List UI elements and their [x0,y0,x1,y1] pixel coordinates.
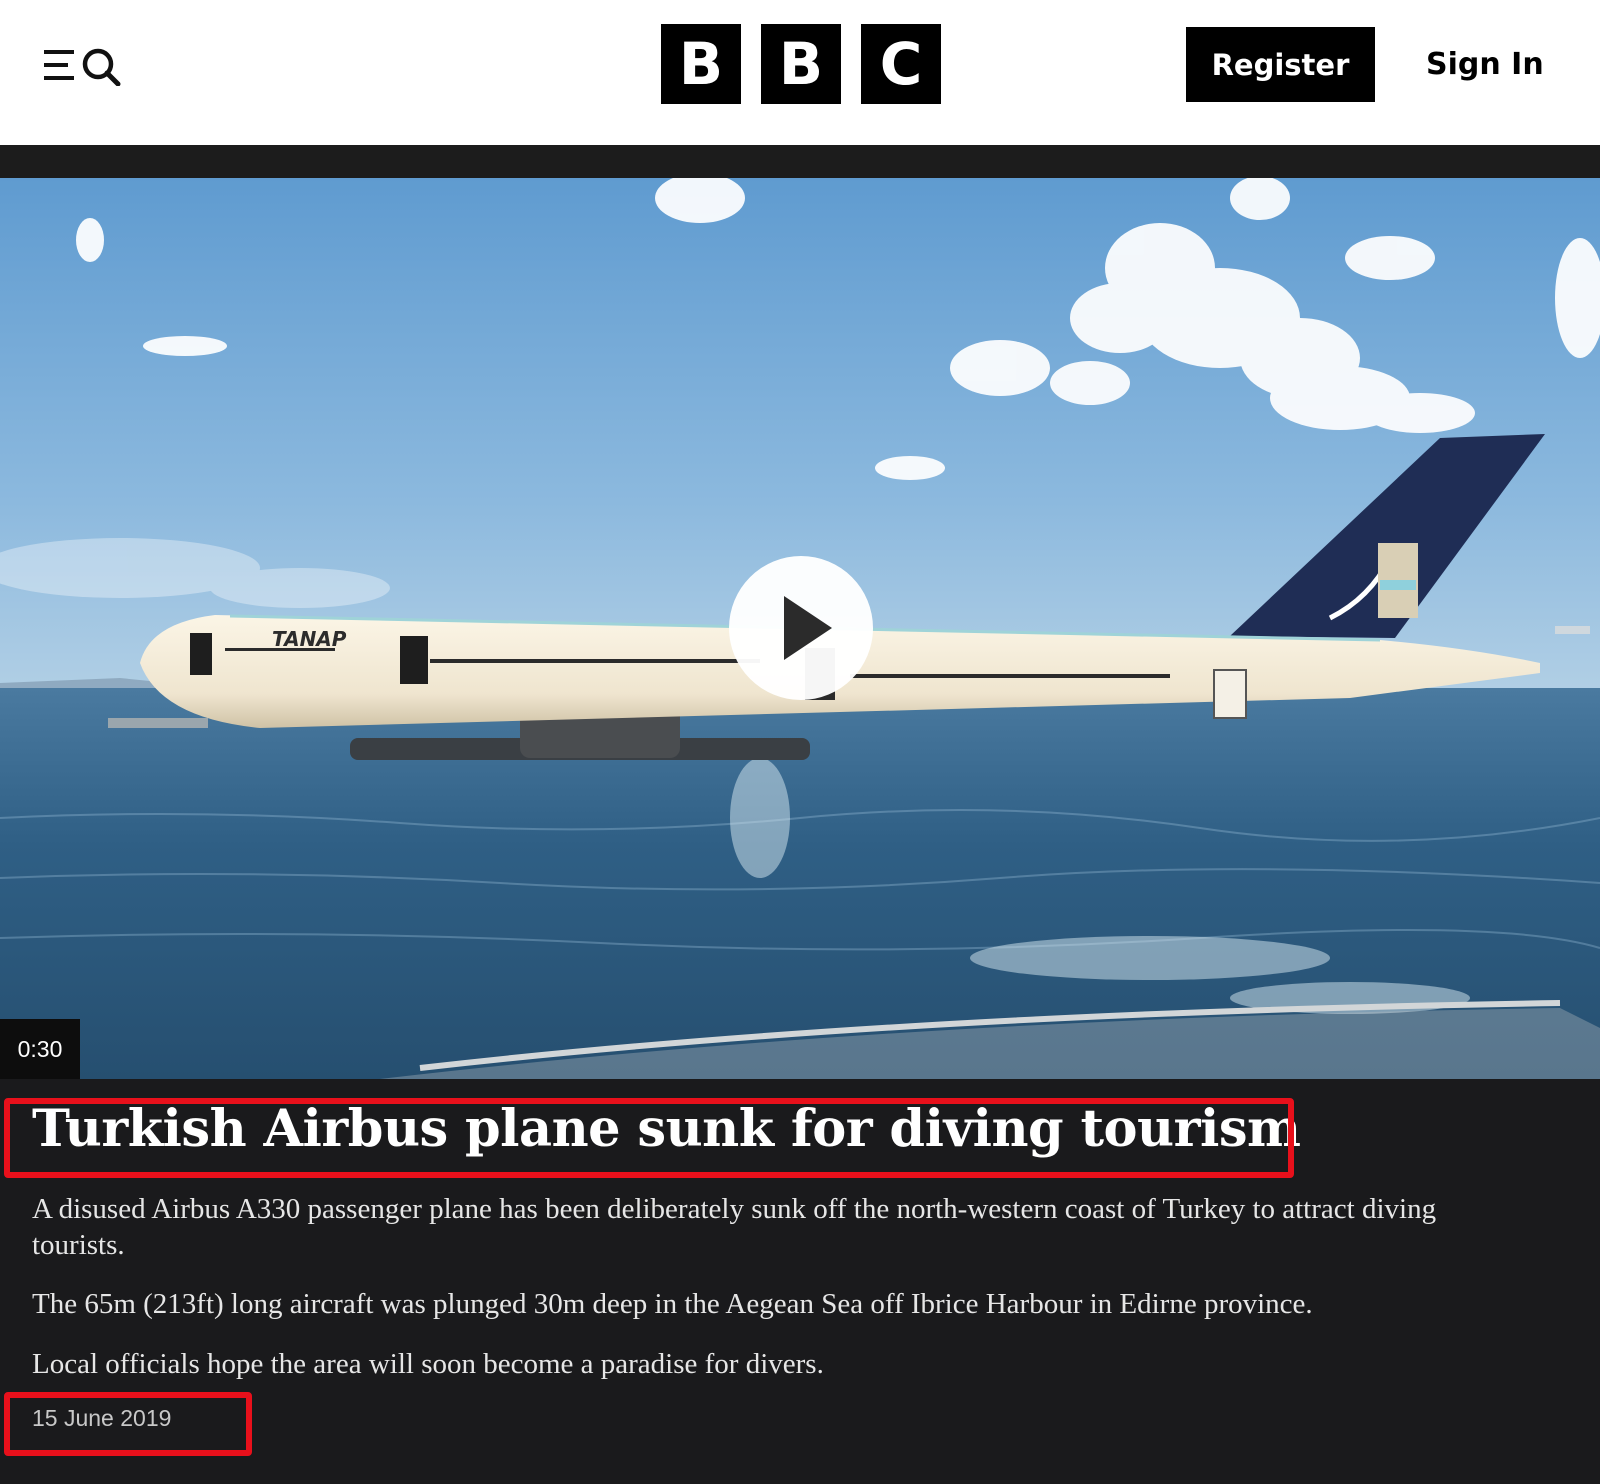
logo-letter: C [861,24,941,104]
menu-search-icon[interactable] [42,44,122,87]
video-player[interactable]: TANAP [0,178,1600,1079]
play-button[interactable] [729,556,873,700]
bbc-logo[interactable]: B B C [661,24,941,104]
site-header: B B C Register Sign In [0,0,1600,145]
logo-letter: B [761,24,841,104]
plane-lettering: TANAP [272,627,347,651]
sign-in-link[interactable]: Sign In [1426,27,1544,102]
header-divider-band [0,145,1600,178]
article-paragraph: Local officials hope the area will soon … [32,1348,824,1380]
date-highlight-box [4,1392,252,1456]
article-body: Turkish Airbus plane sunk for diving tou… [0,1079,1600,1484]
register-button[interactable]: Register [1186,27,1375,102]
video-duration: 0:30 [0,1019,80,1079]
play-icon [784,596,832,660]
article-paragraph: The 65m (213ft) long aircraft was plunge… [32,1288,1313,1320]
logo-letter: B [661,24,741,104]
article-paragraph: A disused Airbus A330 passenger plane ha… [32,1193,1437,1261]
headline-highlight-box [4,1098,1294,1178]
